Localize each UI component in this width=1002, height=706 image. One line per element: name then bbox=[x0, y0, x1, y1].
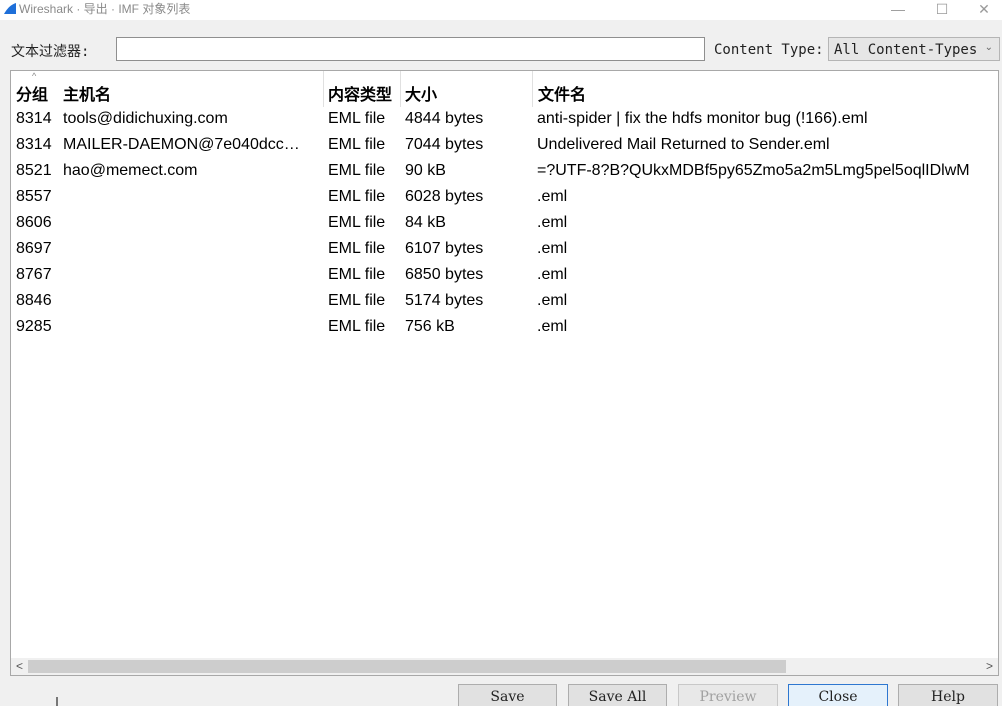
status-divider bbox=[56, 697, 58, 706]
cell-content-type: EML file bbox=[328, 214, 386, 231]
scroll-right-arrow-icon[interactable]: > bbox=[981, 658, 998, 675]
sort-ascending-icon: ^ bbox=[32, 71, 37, 81]
column-header-content-type[interactable]: 内容类型 bbox=[328, 81, 392, 105]
table-row[interactable]: 8767 EML file 6850 bytes .eml bbox=[11, 263, 998, 289]
table-body: 8314 tools@didichuxing.com EML file 4844… bbox=[11, 107, 998, 341]
cell-filename: .eml bbox=[537, 188, 568, 205]
cell-size: 756 kB bbox=[405, 318, 455, 335]
chevron-down-icon: ⌄ bbox=[984, 42, 993, 53]
export-imf-dialog: Wireshark · 导出 · IMF 对象列表 — ☐ ✕ 文本过滤器: C… bbox=[0, 0, 1002, 706]
cell-content-type: EML file bbox=[328, 162, 386, 179]
table-row[interactable]: 8697 EML file 6107 bytes .eml bbox=[11, 237, 998, 263]
column-header-size[interactable]: 大小 bbox=[405, 81, 437, 105]
cell-content-type: EML file bbox=[328, 318, 386, 335]
content-type-label: Content Type: bbox=[714, 42, 824, 58]
window-title: Wireshark · 导出 · IMF 对象列表 bbox=[19, 2, 191, 16]
cell-filename: .eml bbox=[537, 292, 568, 309]
cell-filename: anti-spider | fix the hdfs monitor bug (… bbox=[537, 110, 868, 127]
cell-size: 5174 bytes bbox=[405, 292, 484, 309]
cell-hostname: hao@memect.com bbox=[63, 162, 198, 179]
text-filter-input[interactable] bbox=[116, 37, 705, 61]
cell-group: 8521 bbox=[16, 162, 52, 179]
cell-group: 8697 bbox=[16, 240, 52, 257]
cell-filename: =?UTF-8?B?QUkxMDBf5py65Zmo5a2m5Lmg5pel5o… bbox=[537, 162, 970, 179]
cell-group: 8314 bbox=[16, 110, 52, 127]
column-header-group[interactable]: 分组 bbox=[16, 81, 48, 105]
scrollbar-thumb[interactable] bbox=[28, 660, 786, 673]
horizontal-scrollbar[interactable]: < > bbox=[11, 658, 998, 675]
cell-size: 6028 bytes bbox=[405, 188, 484, 205]
column-divider[interactable] bbox=[532, 71, 533, 107]
cell-filename: .eml bbox=[537, 214, 568, 231]
column-header-hostname[interactable]: 主机名 bbox=[63, 81, 111, 105]
cell-filename: .eml bbox=[537, 240, 568, 257]
table-row[interactable]: 8314 MAILER-DAEMON@7e040dcc… EML file 70… bbox=[11, 133, 998, 159]
cell-size: 6850 bytes bbox=[405, 266, 484, 283]
table-row[interactable]: 8521 hao@memect.com EML file 90 kB =?UTF… bbox=[11, 159, 998, 185]
cell-size: 84 kB bbox=[405, 214, 446, 231]
help-button[interactable]: Help bbox=[898, 684, 998, 706]
cell-content-type: EML file bbox=[328, 266, 386, 283]
cell-content-type: EML file bbox=[328, 292, 386, 309]
cell-size: 6107 bytes bbox=[405, 240, 484, 257]
column-divider[interactable] bbox=[400, 71, 401, 107]
table-row[interactable]: 8606 EML file 84 kB .eml bbox=[11, 211, 998, 237]
save-button[interactable]: Save bbox=[458, 684, 557, 706]
content-type-selected-value: All Content-Types bbox=[834, 42, 978, 58]
wireshark-fin-icon bbox=[4, 3, 16, 14]
cell-content-type: EML file bbox=[328, 110, 386, 127]
cell-size: 90 kB bbox=[405, 162, 446, 179]
cell-content-type: EML file bbox=[328, 188, 386, 205]
table-row[interactable]: 8314 tools@didichuxing.com EML file 4844… bbox=[11, 107, 998, 133]
column-divider[interactable] bbox=[323, 71, 324, 107]
maximize-button[interactable]: ☐ bbox=[922, 0, 962, 20]
close-button[interactable]: Close bbox=[788, 684, 888, 706]
imf-object-table: ^ 分组 主机名 内容类型 大小 文件名 8314 tools@didichux… bbox=[10, 70, 999, 676]
cell-group: 8606 bbox=[16, 214, 52, 231]
cell-hostname: tools@didichuxing.com bbox=[63, 110, 228, 127]
cell-group: 8846 bbox=[16, 292, 52, 309]
cell-hostname: MAILER-DAEMON@7e040dcc… bbox=[63, 136, 300, 153]
title-bar: Wireshark · 导出 · IMF 对象列表 — ☐ ✕ bbox=[0, 0, 1002, 20]
table-header: ^ 分组 主机名 内容类型 大小 文件名 bbox=[11, 71, 998, 107]
filter-row: 文本过滤器: Content Type: All Content-Types ⌄ bbox=[0, 34, 1002, 64]
filter-label: 文本过滤器: bbox=[11, 44, 90, 60]
save-all-button[interactable]: Save All bbox=[568, 684, 667, 706]
preview-button[interactable]: Preview bbox=[678, 684, 778, 706]
cell-filename: .eml bbox=[537, 318, 568, 335]
cell-group: 8767 bbox=[16, 266, 52, 283]
cell-filename: .eml bbox=[537, 266, 568, 283]
table-row[interactable]: 8846 EML file 5174 bytes .eml bbox=[11, 289, 998, 315]
cell-group: 8314 bbox=[16, 136, 52, 153]
content-type-select[interactable]: All Content-Types ⌄ bbox=[828, 37, 1000, 61]
cell-filename: Undelivered Mail Returned to Sender.eml bbox=[537, 136, 830, 153]
close-window-button[interactable]: ✕ bbox=[964, 0, 1002, 20]
cell-content-type: EML file bbox=[328, 136, 386, 153]
minimize-button[interactable]: — bbox=[878, 0, 918, 20]
scroll-left-arrow-icon[interactable]: < bbox=[11, 658, 28, 675]
table-row[interactable]: 8557 EML file 6028 bytes .eml bbox=[11, 185, 998, 211]
cell-content-type: EML file bbox=[328, 240, 386, 257]
cell-size: 4844 bytes bbox=[405, 110, 484, 127]
cell-group: 8557 bbox=[16, 188, 52, 205]
cell-group: 9285 bbox=[16, 318, 52, 335]
column-header-filename[interactable]: 文件名 bbox=[538, 81, 586, 105]
cell-size: 7044 bytes bbox=[405, 136, 484, 153]
table-row[interactable]: 9285 EML file 756 kB .eml bbox=[11, 315, 998, 341]
